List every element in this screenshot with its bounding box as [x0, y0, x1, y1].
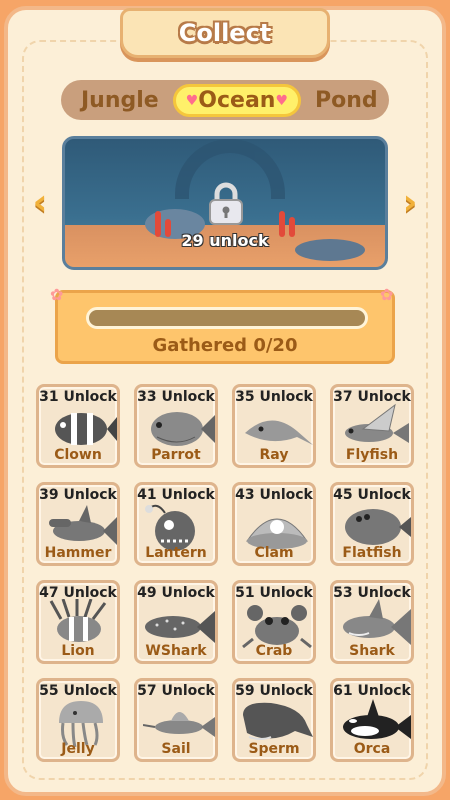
creature-card-lion[interactable]: 47 Unlock Lion [36, 580, 120, 664]
tab-ocean[interactable]: ♥Ocean♥ [172, 83, 302, 117]
unlock-requirement: 35 Unlock [235, 389, 313, 405]
creature-name: Hammer [44, 545, 112, 561]
creature-card-sperm[interactable]: 59 Unlock Sperm [232, 678, 316, 762]
unlock-requirement: 49 Unlock [137, 585, 215, 601]
creature-card-parrot[interactable]: 33 Unlock Parrot [134, 384, 218, 468]
gathered-progress-panel: ✿ ✿ Gathered 0/20 [50, 285, 395, 364]
creature-card-crab[interactable]: 51 Unlock Crab [232, 580, 316, 664]
unlock-requirement: 33 Unlock [137, 389, 215, 405]
creature-card-hammer[interactable]: 39 Unlock Hammer [36, 482, 120, 566]
creature-name: WShark [145, 643, 207, 659]
flyingfish-icon [345, 403, 409, 443]
parrotfish-icon [151, 412, 215, 446]
lionfish-icon [49, 599, 107, 642]
heart-icon: ♥ [275, 92, 289, 109]
creature-card-sail[interactable]: 57 Unlock Sail [134, 678, 218, 762]
creature-name: Orca [353, 741, 391, 757]
crab-icon [242, 605, 312, 649]
unlock-requirement: 51 Unlock [235, 585, 313, 601]
spermwhale-icon [243, 702, 313, 740]
creature-card-lantern[interactable]: 41 Unlock Lantern [134, 482, 218, 566]
creature-card-wshark[interactable]: 49 Unlock WShark [134, 580, 218, 664]
unlock-requirement: 41 Unlock [137, 487, 215, 503]
unlock-requirement: 61 Unlock [333, 683, 411, 699]
page-title: Collect [178, 19, 272, 47]
unlock-requirement: 31 Unlock [39, 389, 117, 405]
progress-bar [86, 307, 368, 329]
clownfish-icon [55, 413, 117, 445]
creature-card-clown[interactable]: 31 Unlock Clown [36, 384, 120, 468]
creature-grid: 31 Unlock Clown 33 Unlock Parrot 35 Unlock Ra… [36, 384, 414, 764]
creature-name: Sperm [248, 741, 300, 757]
tab-jungle[interactable]: Jungle [67, 86, 173, 115]
creature-name: Clam [254, 545, 294, 561]
creature-card-orca[interactable]: 61 Unlock Orca [330, 678, 414, 762]
unlock-requirement: 53 Unlock [333, 585, 411, 601]
creature-card-flyfish[interactable]: 37 Unlock Flyfish [330, 384, 414, 468]
creature-card-ray[interactable]: 35 Unlock Ray [232, 384, 316, 468]
lanternfish-icon [145, 504, 195, 551]
creature-name: Ray [259, 447, 289, 463]
gathered-count: Gathered 0/20 [152, 335, 298, 356]
unlock-requirement: 55 Unlock [39, 683, 117, 699]
tab-pond[interactable]: Pond [301, 86, 392, 115]
jellyfish-icon [59, 701, 103, 747]
unlock-requirement: 57 Unlock [137, 683, 215, 699]
tab-label: Ocean [198, 87, 276, 113]
tab-label: Pond [315, 87, 378, 113]
scene-unlock-requirement: 29 unlock [181, 231, 269, 250]
creature-name: Lantern [145, 545, 207, 561]
orca-icon [343, 699, 411, 739]
hammerhead-icon [49, 505, 117, 545]
unlock-requirement: 37 Unlock [333, 389, 411, 405]
shark-icon [343, 599, 411, 645]
heart-icon: ♥ [185, 92, 199, 109]
title-banner: Collect [120, 8, 330, 58]
creature-card-shark[interactable]: 53 Unlock Shark [330, 580, 414, 664]
creature-card-flatfish[interactable]: 45 Unlock Flatfish [330, 482, 414, 566]
sailfish-icon [143, 712, 215, 737]
flatfish-icon [345, 509, 411, 545]
creature-card-clam[interactable]: 43 Unlock Clam [232, 482, 316, 566]
creature-name: Lion [61, 643, 95, 659]
creature-name: Clown [54, 447, 102, 463]
creature-name: Flatfish [342, 545, 402, 561]
creature-name: Sail [161, 741, 191, 757]
prev-arrow-button[interactable]: ‹ [26, 183, 54, 223]
lock-icon [209, 182, 243, 225]
unlock-requirement: 45 Unlock [333, 487, 411, 503]
ray-icon [245, 420, 313, 445]
bow-icon: ✿ [50, 285, 64, 304]
unlock-requirement: 43 Unlock [235, 487, 313, 503]
habitat-scene-preview[interactable]: 29 unlock [62, 136, 388, 270]
unlock-requirement: 39 Unlock [39, 487, 117, 503]
creature-name: Shark [349, 643, 395, 659]
habitat-tabs: Jungle ♥Ocean♥ Pond [61, 80, 389, 120]
creature-name: Flyfish [345, 447, 399, 463]
tab-label: Jungle [81, 87, 159, 113]
creature-name: Parrot [151, 447, 201, 463]
whaleshark-icon [145, 611, 215, 643]
creature-name: Jelly [61, 741, 95, 757]
unlock-requirement: 47 Unlock [39, 585, 117, 601]
bow-icon: ✿ [380, 285, 394, 304]
creature-name: Crab [255, 643, 293, 659]
creature-card-jelly[interactable]: 55 Unlock Jelly [36, 678, 120, 762]
next-arrow-button[interactable]: › [396, 183, 424, 223]
clam-icon [246, 518, 308, 549]
unlock-requirement: 59 Unlock [235, 683, 313, 699]
